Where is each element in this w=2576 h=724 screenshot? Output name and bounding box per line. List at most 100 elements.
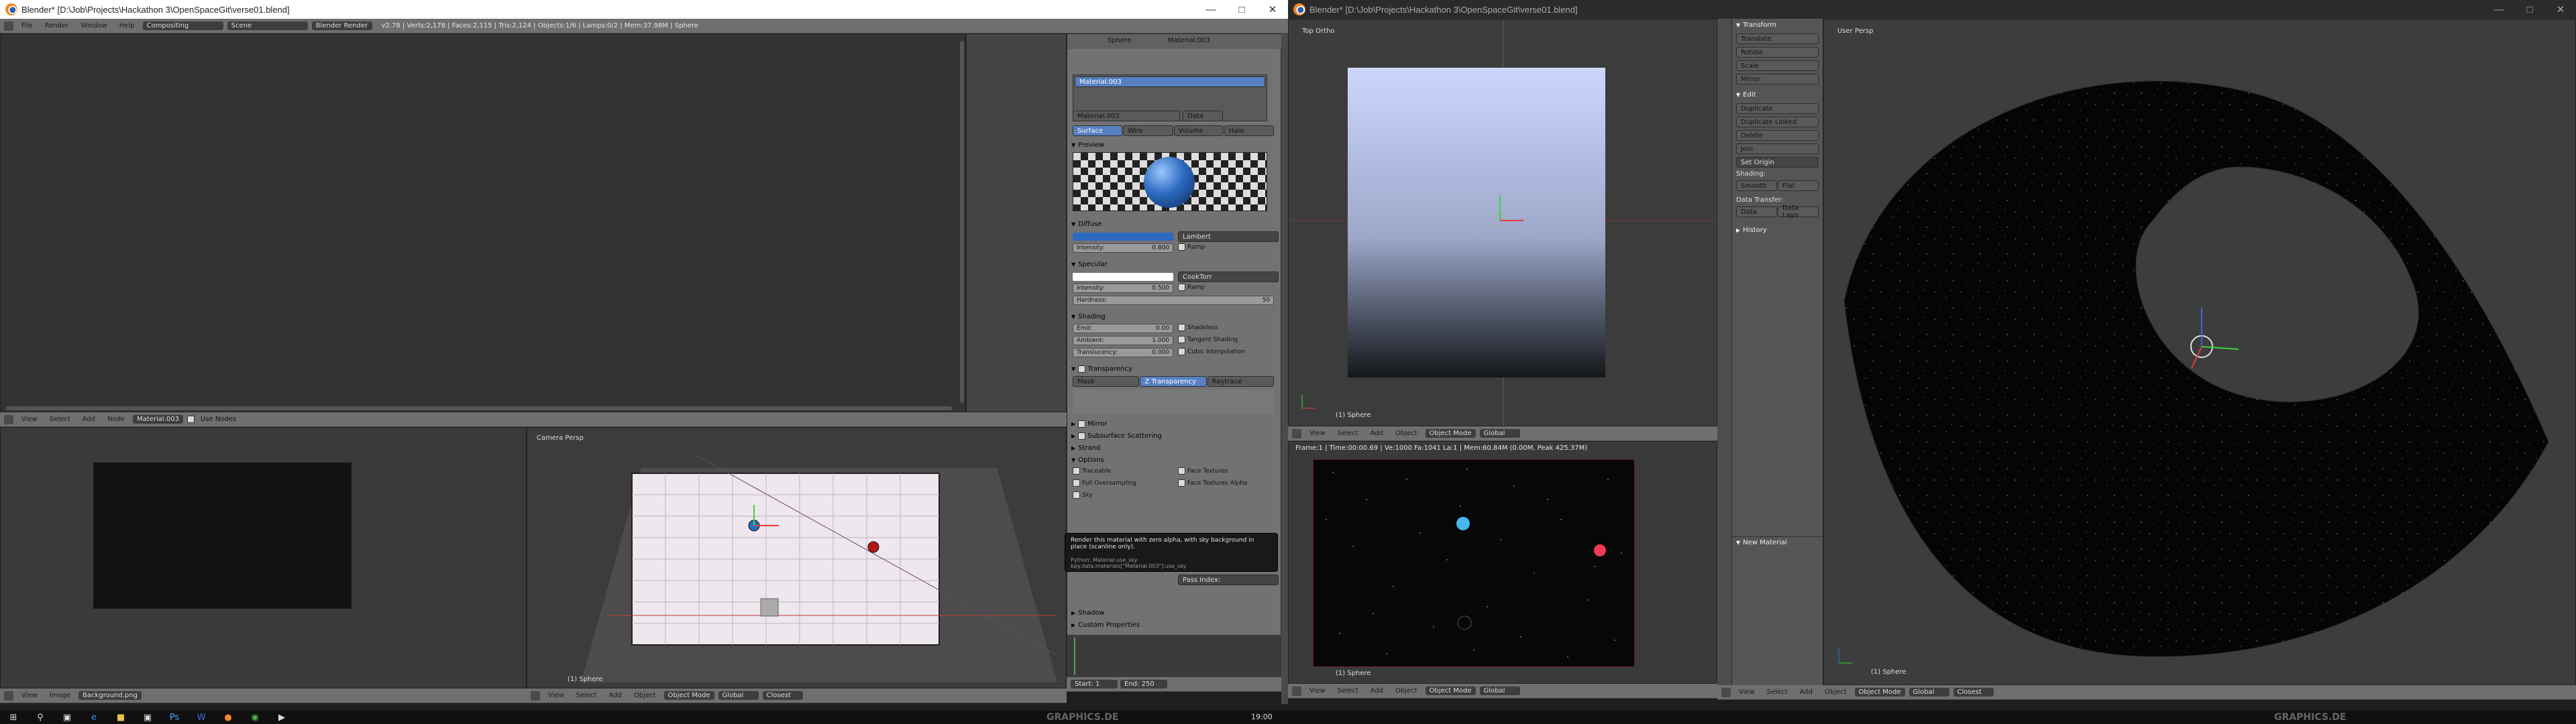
use-nodes-checkbox[interactable] [186,416,195,423]
material-slot-item[interactable]: Material.003 [1075,76,1265,87]
emit-field[interactable]: Emit: 0.00 [1073,324,1173,333]
data-layout-button[interactable]: Data Layo [1778,204,1819,219]
cubic-interpolation-toggle[interactable]: Cubic Interpolation [1178,348,1245,355]
diffuse-color-swatch[interactable] [1073,233,1173,241]
transp-z[interactable]: Z Transparency [1140,376,1207,387]
pivot-dropdown[interactable]: Closest [1953,688,1994,697]
custom-properties-panel-header[interactable]: ▶ Custom Properties [1067,619,1282,631]
menu-select[interactable]: Select [46,416,74,423]
translate-button[interactable]: Translate [1736,34,1819,44]
media-icon[interactable]: ▶ [268,711,295,724]
camera-viewport[interactable]: Camera Persp (1) Sphere [527,427,1067,688]
operator-panel-header[interactable]: ▼ New Material [1732,536,1823,548]
pivot-dropdown[interactable]: Closest [762,691,803,700]
menu-render[interactable]: Render [41,22,73,29]
editor-type-icon[interactable] [531,690,540,701]
menu-view[interactable]: View [1305,687,1330,695]
close-button[interactable]: ✕ [2545,0,2576,19]
preview-panel-header[interactable]: ▼ Preview [1067,139,1282,151]
timeline-graph[interactable] [1067,635,1282,678]
minimize-button[interactable]: — [1195,0,1226,19]
menu-image[interactable]: Image [46,692,74,699]
end-frame-field[interactable]: End: 250 [1120,680,1167,688]
menu-view[interactable]: View [1305,430,1330,437]
start-frame-field[interactable]: Start: 1 [1071,680,1118,688]
menu-add[interactable]: Add [78,416,99,423]
menu-help[interactable]: Help [115,22,139,29]
photoshop-icon[interactable]: Ps [161,711,188,724]
traceable-toggle[interactable]: Traceable [1073,467,1111,475]
specular-color-swatch[interactable] [1073,273,1173,281]
material-name-field[interactable]: Material.003 [1073,111,1180,121]
task-view-icon[interactable]: ▣ [54,711,80,724]
duplicate-linked-button[interactable]: Duplicate Linked [1736,117,1819,127]
translucency-field[interactable]: Translucency: 0.000 [1073,348,1173,357]
menu-select[interactable]: Select [1763,688,1792,696]
node-editor[interactable] [0,34,966,412]
mode-dropdown[interactable]: Object Mode [1425,429,1476,438]
editor-type-icon[interactable] [4,21,13,31]
history-panel-header[interactable]: ▶ History [1732,224,1823,236]
sky-toggle[interactable]: Sky [1073,491,1093,499]
specular-shader-dropdown[interactable]: CookTorr [1178,272,1279,282]
chrome-icon[interactable]: ◉ [241,711,268,724]
specular-intensity-field[interactable]: Intensity: 0.500 [1073,284,1173,293]
shading-panel-header[interactable]: ▼ Shading [1067,310,1282,322]
data-link-button[interactable]: Data [1183,111,1223,121]
face-textures-alpha-toggle[interactable]: Face Textures Alpha [1178,479,1247,487]
horizontal-scrollbar[interactable] [6,406,952,410]
specular-ramp-toggle[interactable]: Ramp [1178,284,1205,291]
menu-view[interactable]: View [1735,688,1759,696]
orientation-dropdown[interactable]: Global [1909,688,1949,697]
menu-view[interactable]: View [544,692,568,699]
properties-scrollbar[interactable] [1281,34,1288,704]
mode-dropdown[interactable]: Object Mode [663,691,714,700]
menu-add[interactable]: Add [1366,430,1387,437]
orientation-dropdown[interactable]: Global [718,691,759,700]
menu-select[interactable]: Select [572,692,601,699]
join-button[interactable]: Join [1736,143,1819,154]
tab-surface[interactable]: Surface [1073,125,1123,136]
context-material[interactable]: Material.003 [1168,37,1210,44]
explorer-icon[interactable]: ■ [107,711,134,724]
diffuse-intensity-field[interactable]: Intensity: 0.800 [1073,243,1173,253]
editor-type-icon[interactable] [4,414,13,424]
mode-dropdown[interactable]: Object Mode [1854,688,1905,697]
menu-file[interactable]: File [17,22,37,29]
image-selector[interactable]: Background.png [78,691,142,700]
diffuse-shader-dropdown[interactable]: Lambert [1178,231,1279,242]
mode-dropdown[interactable]: Object Mode [1425,686,1476,695]
transp-mask[interactable]: Mask [1073,376,1140,387]
search-icon[interactable]: ⚲ [27,711,54,724]
word-icon[interactable]: W [188,711,215,724]
duplicate-button[interactable]: Duplicate [1736,103,1819,114]
data-transfer-button[interactable]: Data [1736,206,1777,217]
editor-type-icon[interactable] [4,690,13,701]
menu-object[interactable]: Object [1391,430,1421,437]
store-icon[interactable]: ▣ [134,711,161,724]
full-oversampling-toggle[interactable]: Full Oversampling [1073,479,1136,487]
sss-panel-header[interactable]: ▶ Subsurface Scattering [1067,430,1282,442]
strand-panel-header[interactable]: ▶ Strand [1067,442,1282,454]
orientation-dropdown[interactable]: Global [1479,429,1520,438]
editor-type-icon[interactable] [1721,687,1731,697]
menu-node[interactable]: Node [103,416,129,423]
diffuse-ramp-toggle[interactable]: Ramp [1178,243,1205,251]
diffuse-panel-header[interactable]: ▼ Diffuse [1067,218,1282,230]
edge-icon[interactable]: e [80,711,107,724]
clock[interactable]: 19:00 [1251,713,1273,721]
shadeless-toggle[interactable]: Shadeless [1178,324,1218,331]
tab-wire[interactable]: Wire [1123,125,1173,136]
face-textures-toggle[interactable]: Face Textures [1178,467,1228,475]
orientation-dropdown[interactable]: Global [1479,686,1520,695]
render-viewport[interactable]: Frame:1 | Time:00:00.69 | Ve:1000 Fa:104… [1288,441,1717,684]
scene-dropdown[interactable]: Scene [227,21,308,30]
scale-button[interactable]: Scale [1736,60,1819,71]
transp-raytrace[interactable]: Raytrace [1207,376,1274,387]
vertical-scrollbar[interactable] [960,41,964,403]
tab-volume[interactable]: Volume [1173,125,1224,136]
minimize-button[interactable]: — [2483,0,2514,19]
menu-add[interactable]: Add [605,692,626,699]
image-editor[interactable] [0,427,527,688]
menu-add[interactable]: Add [1366,687,1387,695]
